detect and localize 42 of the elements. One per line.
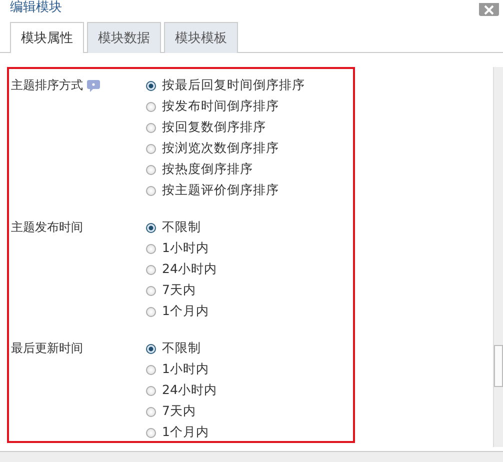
radio-button[interactable] [146, 122, 156, 132]
radio-option[interactable]: 按发布时间倒序排序 [146, 96, 305, 117]
radio-button[interactable] [146, 386, 156, 396]
radio-button[interactable] [146, 244, 156, 254]
radio-button[interactable] [146, 222, 156, 232]
radio-button[interactable] [146, 344, 156, 354]
radio-button[interactable] [146, 144, 156, 154]
radio-option[interactable]: 按浏览次数倒序排序 [146, 138, 305, 159]
radio-option[interactable]: 1小时内 [146, 359, 217, 380]
radio-option[interactable]: 7天内 [146, 280, 217, 301]
field-label: 主题排序方式 [11, 77, 83, 94]
radio-option[interactable]: 按最后回复时间倒序排序 [146, 75, 305, 96]
window-title: 编辑模块 [10, 0, 62, 16]
tab[interactable]: 模块数据 [87, 22, 161, 53]
radio-button[interactable] [146, 286, 156, 296]
close-button[interactable] [479, 3, 499, 16]
radio-button[interactable] [146, 306, 156, 316]
radio-button[interactable] [146, 428, 156, 438]
radio-option[interactable]: 不限制 [146, 338, 217, 359]
radio-button[interactable] [146, 364, 156, 374]
radio-button[interactable] [146, 80, 156, 90]
radio-button[interactable] [146, 406, 156, 416]
radio-button[interactable] [146, 186, 156, 196]
radio-button[interactable] [146, 102, 156, 112]
radio-option[interactable]: 1小时内 [146, 238, 217, 259]
help-icon[interactable] [87, 80, 100, 92]
radio-option[interactable]: 不限制 [146, 217, 217, 238]
field-label: 主题发布时间 [11, 219, 83, 236]
scrollbar[interactable] [493, 67, 503, 447]
radio-option[interactable]: 按回复数倒序排序 [146, 117, 305, 138]
tab[interactable]: 模块模板 [164, 22, 238, 53]
radio-option[interactable]: 24小时内 [146, 380, 217, 401]
radio-option[interactable]: 按主题评价倒序排序 [146, 180, 305, 201]
radio-option[interactable]: 7天内 [146, 401, 217, 422]
radio-option[interactable]: 1个月内 [146, 301, 217, 322]
radio-button[interactable] [146, 164, 156, 174]
field-label: 最后更新时间 [11, 340, 83, 357]
radio-option[interactable]: 24小时内 [146, 259, 217, 280]
radio-option[interactable]: 1个月内 [146, 422, 217, 443]
radio-option[interactable]: 按热度倒序排序 [146, 159, 305, 180]
tab[interactable]: 模块属性 [10, 22, 84, 53]
radio-button[interactable] [146, 264, 156, 274]
